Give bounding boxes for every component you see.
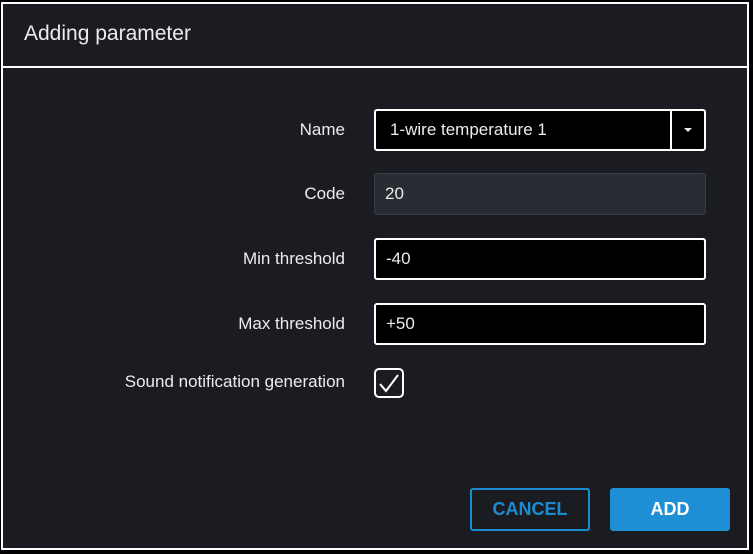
name-label: Name — [299, 120, 345, 139]
min-threshold-input[interactable]: -40 — [374, 238, 706, 280]
max-threshold-input[interactable]: +50 — [374, 303, 706, 345]
sound-notification-label: Sound notification generation — [124, 372, 345, 391]
dialog-title: Adding parameter — [24, 22, 191, 45]
add-button[interactable]: ADD — [610, 488, 730, 531]
name-select[interactable]: 1-wire temperature 1 — [374, 109, 706, 151]
max-threshold-label: Max threshold — [238, 314, 345, 333]
chevron-down-icon — [684, 128, 692, 132]
code-label: Code — [304, 184, 345, 203]
name-select-value: 1-wire temperature 1 — [390, 120, 547, 139]
code-field: 20 — [374, 173, 706, 215]
cancel-button[interactable]: CANCEL — [470, 488, 590, 531]
dialog-header: Adding parameter — [3, 4, 747, 68]
sound-notification-checkbox[interactable] — [374, 368, 404, 398]
checkmark-icon — [379, 374, 399, 393]
min-threshold-label: Min threshold — [242, 249, 345, 268]
adding-parameter-dialog: Adding parameter Name 1-wire temperature… — [1, 2, 749, 550]
name-dropdown-button[interactable] — [670, 111, 704, 149]
